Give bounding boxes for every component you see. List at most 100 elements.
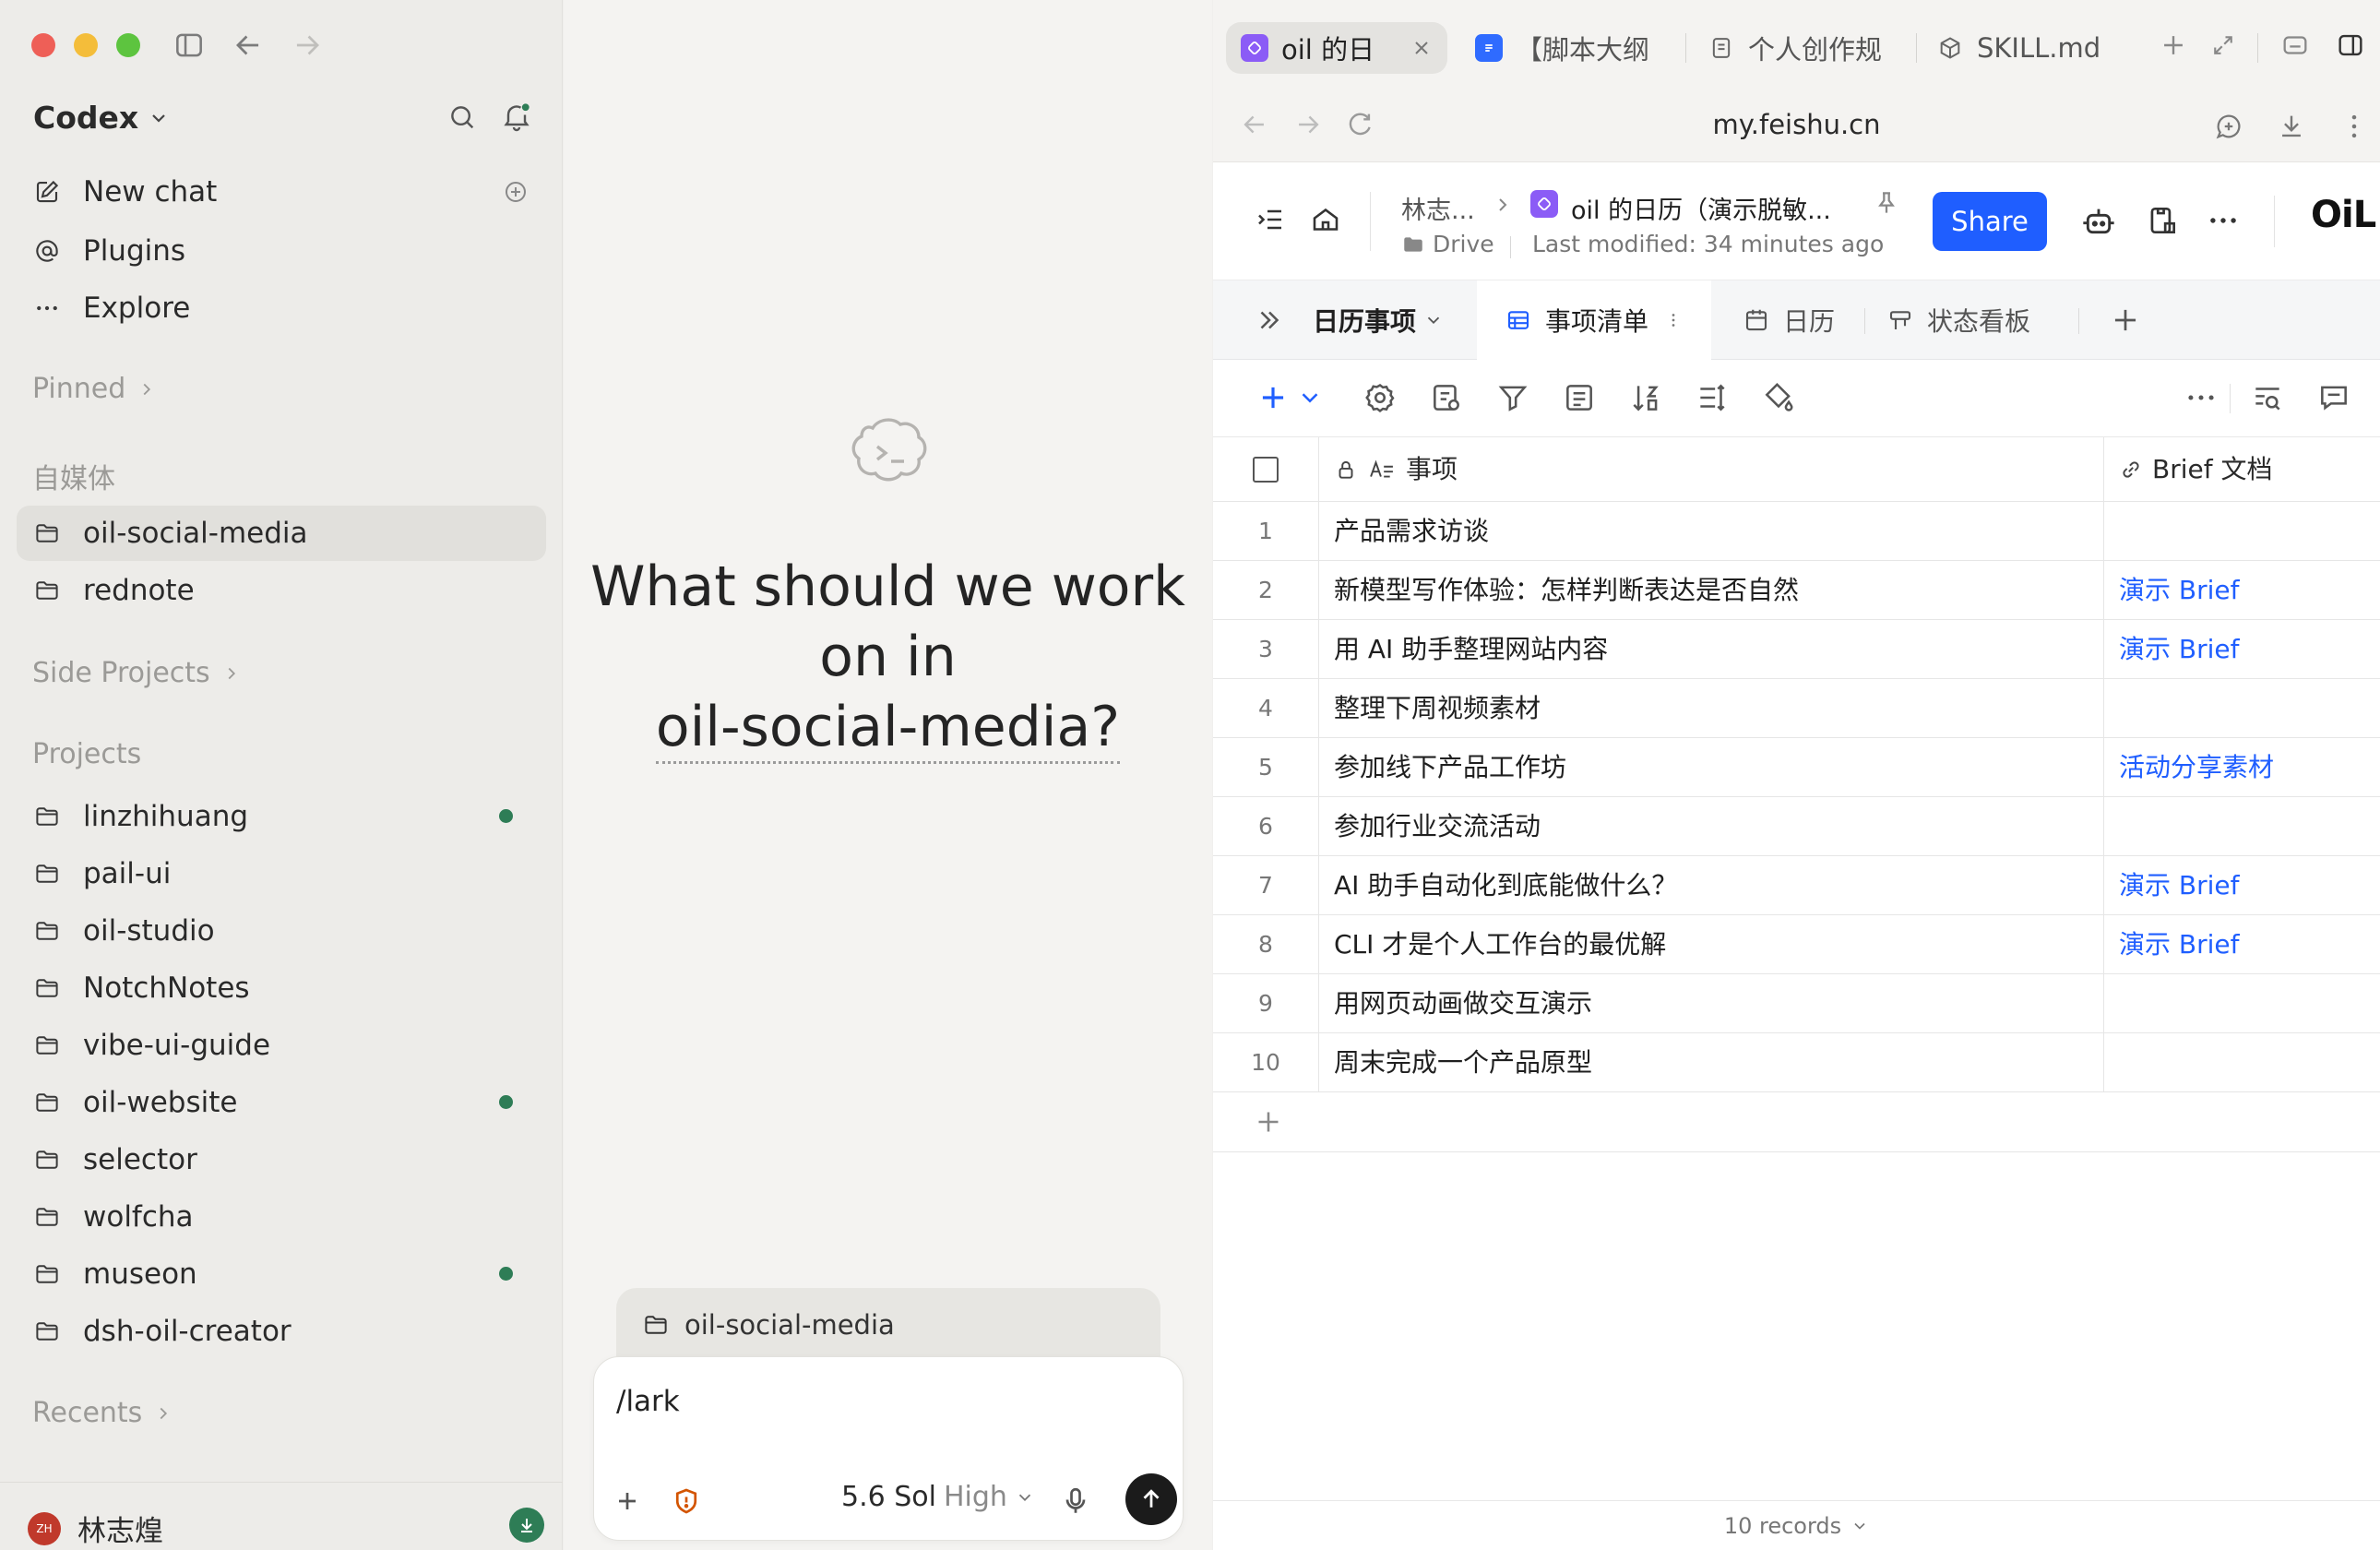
- group-icon[interactable]: [1562, 380, 1597, 415]
- more-horizontal-icon[interactable]: [2184, 380, 2219, 415]
- bot-icon[interactable]: [2080, 203, 2117, 240]
- download-update-icon[interactable]: [509, 1508, 544, 1543]
- breadcrumb-owner[interactable]: 林志...: [1401, 190, 1475, 226]
- permission-shield-icon[interactable]: [670, 1484, 703, 1518]
- forward-arrow-icon[interactable]: [290, 28, 325, 63]
- window-minimize-button[interactable]: [74, 33, 98, 57]
- search-records-icon[interactable]: [2250, 380, 2285, 415]
- project-context-chip[interactable]: oil-social-media: [616, 1288, 1160, 1362]
- item-cell[interactable]: CLI 才是个人工作台的最优解: [1318, 915, 2103, 973]
- more-vertical-icon[interactable]: [2338, 111, 2370, 142]
- table-row[interactable]: 5 参加线下产品工作坊 活动分享素材: [1213, 738, 2380, 797]
- side-projects-section-header[interactable]: Side Projects: [32, 657, 242, 689]
- filter-icon[interactable]: [1495, 380, 1530, 415]
- table-row[interactable]: 7 AI 助手自动化到底能做什么？ 演示 Brief: [1213, 856, 2380, 915]
- search-icon[interactable]: [446, 101, 478, 133]
- view-tab-calendar[interactable]: 日历: [1743, 280, 1835, 360]
- view-tab-kanban[interactable]: 状态看板: [1886, 280, 2030, 360]
- recents-section-header[interactable]: Recents: [32, 1397, 173, 1429]
- project-item[interactable]: museon: [17, 1246, 546, 1302]
- browser-tab-skill[interactable]: SKILL.md: [1936, 22, 2130, 74]
- view-tab-list[interactable]: 事项清单: [1477, 280, 1712, 360]
- item-cell[interactable]: AI 助手自动化到底能做什么？: [1318, 856, 2103, 914]
- share-button[interactable]: Share: [1933, 192, 2047, 251]
- download-icon[interactable]: [2276, 111, 2307, 142]
- brief-link-cell[interactable]: [2103, 1033, 2380, 1091]
- project-item[interactable]: oil-website: [17, 1075, 546, 1130]
- panel-layout-icon[interactable]: [2335, 30, 2366, 61]
- plugins-nav-item[interactable]: Plugins: [17, 223, 546, 279]
- model-selector[interactable]: 5.6 Sol High: [841, 1481, 1035, 1513]
- pinned-section-header[interactable]: Pinned: [32, 373, 157, 405]
- item-cell[interactable]: 参加行业交流活动: [1318, 797, 2103, 855]
- column-header-brief[interactable]: Brief 文档: [2103, 437, 2380, 501]
- send-button[interactable]: [1125, 1473, 1177, 1525]
- folder-item-oil-social-media[interactable]: oil-social-media: [17, 506, 546, 561]
- close-icon[interactable]: [1410, 37, 1433, 59]
- document-link-icon[interactable]: [2145, 203, 2182, 240]
- expand-sidebar-icon[interactable]: [1254, 203, 1291, 240]
- project-item[interactable]: linzhihuang: [17, 789, 546, 844]
- document-location[interactable]: Drive: [1433, 231, 1494, 257]
- brief-link-cell[interactable]: [2103, 679, 2380, 737]
- table-row[interactable]: 8 CLI 才是个人工作台的最优解 演示 Brief: [1213, 915, 2380, 974]
- expand-icon[interactable]: [2209, 31, 2237, 59]
- project-item[interactable]: oil-studio: [17, 903, 546, 959]
- more-vertical-icon[interactable]: [1663, 310, 1684, 330]
- browser-tab-guide[interactable]: 个人创作规: [1708, 22, 1901, 74]
- add-comment-icon[interactable]: [2213, 111, 2244, 142]
- table-selector[interactable]: 日历事项: [1313, 280, 1444, 360]
- comment-icon[interactable]: [2316, 380, 2351, 415]
- new-chat-button[interactable]: New chat: [17, 164, 546, 220]
- microphone-icon[interactable]: [1059, 1484, 1092, 1518]
- add-view-icon[interactable]: [2108, 303, 2143, 338]
- home-icon[interactable]: [1309, 203, 1346, 240]
- hero-project-link[interactable]: oil-social-media?: [655, 695, 1121, 764]
- workspace-switcher[interactable]: Codex: [33, 100, 170, 136]
- brief-link-cell[interactable]: 活动分享素材: [2103, 738, 2380, 796]
- add-circle-icon[interactable]: [502, 178, 530, 206]
- brief-link-cell[interactable]: 演示 Brief: [2103, 915, 2380, 973]
- brief-link-cell[interactable]: 演示 Brief: [2103, 620, 2380, 678]
- table-row[interactable]: 2 新模型写作体验：怎样判断表达是否自然 演示 Brief: [1213, 561, 2380, 620]
- notification-bell-icon[interactable]: [500, 100, 533, 133]
- chevron-down-icon[interactable]: [1296, 380, 1331, 415]
- pin-icon[interactable]: [1872, 188, 1909, 225]
- column-header-item[interactable]: 事项: [1318, 437, 2103, 501]
- brief-link-cell[interactable]: [2103, 974, 2380, 1032]
- table-row[interactable]: 9 用网页动画做交互演示: [1213, 974, 2380, 1033]
- item-cell[interactable]: 用网页动画做交互演示: [1318, 974, 2103, 1032]
- item-cell[interactable]: 参加线下产品工作坊: [1318, 738, 2103, 796]
- table-row[interactable]: 1 产品需求访谈: [1213, 502, 2380, 561]
- document-title[interactable]: oil 的日历（演示脱敏...: [1571, 190, 1831, 226]
- table-row[interactable]: 6 参加行业交流活动: [1213, 797, 2380, 856]
- composer-input[interactable]: /lark: [616, 1385, 680, 1418]
- records-footer[interactable]: 10 records: [1213, 1500, 2380, 1550]
- brief-link-cell[interactable]: 演示 Brief: [2103, 856, 2380, 914]
- project-item[interactable]: selector: [17, 1132, 546, 1187]
- item-cell[interactable]: 产品需求访谈: [1318, 502, 2103, 560]
- item-cell[interactable]: 整理下周视频素材: [1318, 679, 2103, 737]
- brief-link-cell[interactable]: [2103, 797, 2380, 855]
- url-field[interactable]: my.feishu.cn: [1213, 109, 2380, 140]
- item-cell[interactable]: 新模型写作体验：怎样判断表达是否自然: [1318, 561, 2103, 619]
- field-settings-icon[interactable]: [1429, 380, 1464, 415]
- more-horizontal-icon[interactable]: [2206, 203, 2243, 240]
- window-close-button[interactable]: [31, 33, 55, 57]
- window-zoom-button[interactable]: [116, 33, 140, 57]
- brief-link-cell[interactable]: 演示 Brief: [2103, 561, 2380, 619]
- browser-tab-calendar[interactable]: oil 的日: [1226, 22, 1447, 74]
- project-item[interactable]: pail-ui: [17, 846, 546, 901]
- add-record-icon[interactable]: [1255, 380, 1291, 415]
- item-cell[interactable]: 周末完成一个产品原型: [1318, 1033, 2103, 1091]
- brief-link-cell[interactable]: [2103, 502, 2380, 560]
- sort-icon[interactable]: [1628, 380, 1663, 415]
- new-tab-icon[interactable]: [2158, 30, 2189, 61]
- back-arrow-icon[interactable]: [231, 28, 266, 63]
- project-item[interactable]: NotchNotes: [17, 960, 546, 1016]
- folder-item-rednote[interactable]: rednote: [17, 563, 546, 618]
- browser-tab-script[interactable]: 【脚本大纲: [1475, 22, 1669, 74]
- sidebar-toggle-icon[interactable]: [172, 28, 207, 63]
- message-composer[interactable]: /lark 5.6 Sol High: [593, 1356, 1184, 1541]
- item-cell[interactable]: 用 AI 助手整理网站内容: [1318, 620, 2103, 678]
